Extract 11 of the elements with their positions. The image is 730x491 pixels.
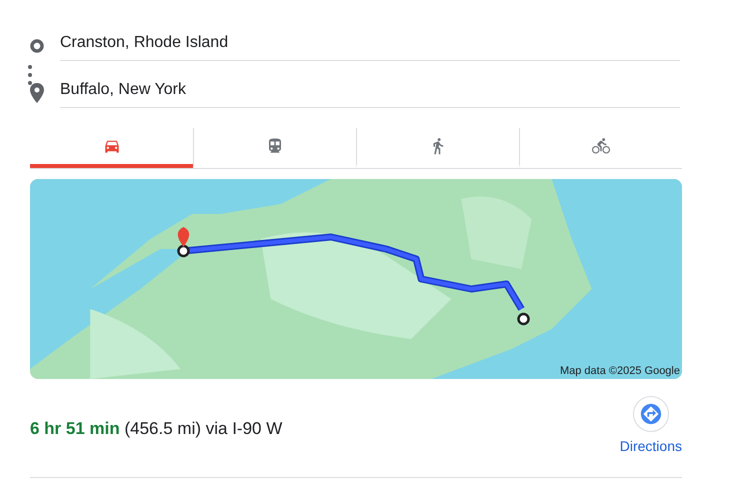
directions-icon [640, 403, 662, 425]
origin-icon [30, 38, 44, 52]
bicycle-icon [592, 137, 610, 155]
dots-icon [27, 62, 33, 86]
train-icon [266, 137, 284, 155]
map-attribution: Map data ©2025 Google [560, 365, 680, 377]
route-summary: 6 hr 51 min (456.5 mi) via I-90 W [30, 419, 282, 439]
pin-icon [30, 82, 44, 102]
location-field[interactable]: Cranston, Rhode Island [60, 30, 680, 61]
directions-link[interactable]: Directions [620, 396, 682, 454]
location-field[interactable]: Buffalo, New York [60, 77, 680, 108]
